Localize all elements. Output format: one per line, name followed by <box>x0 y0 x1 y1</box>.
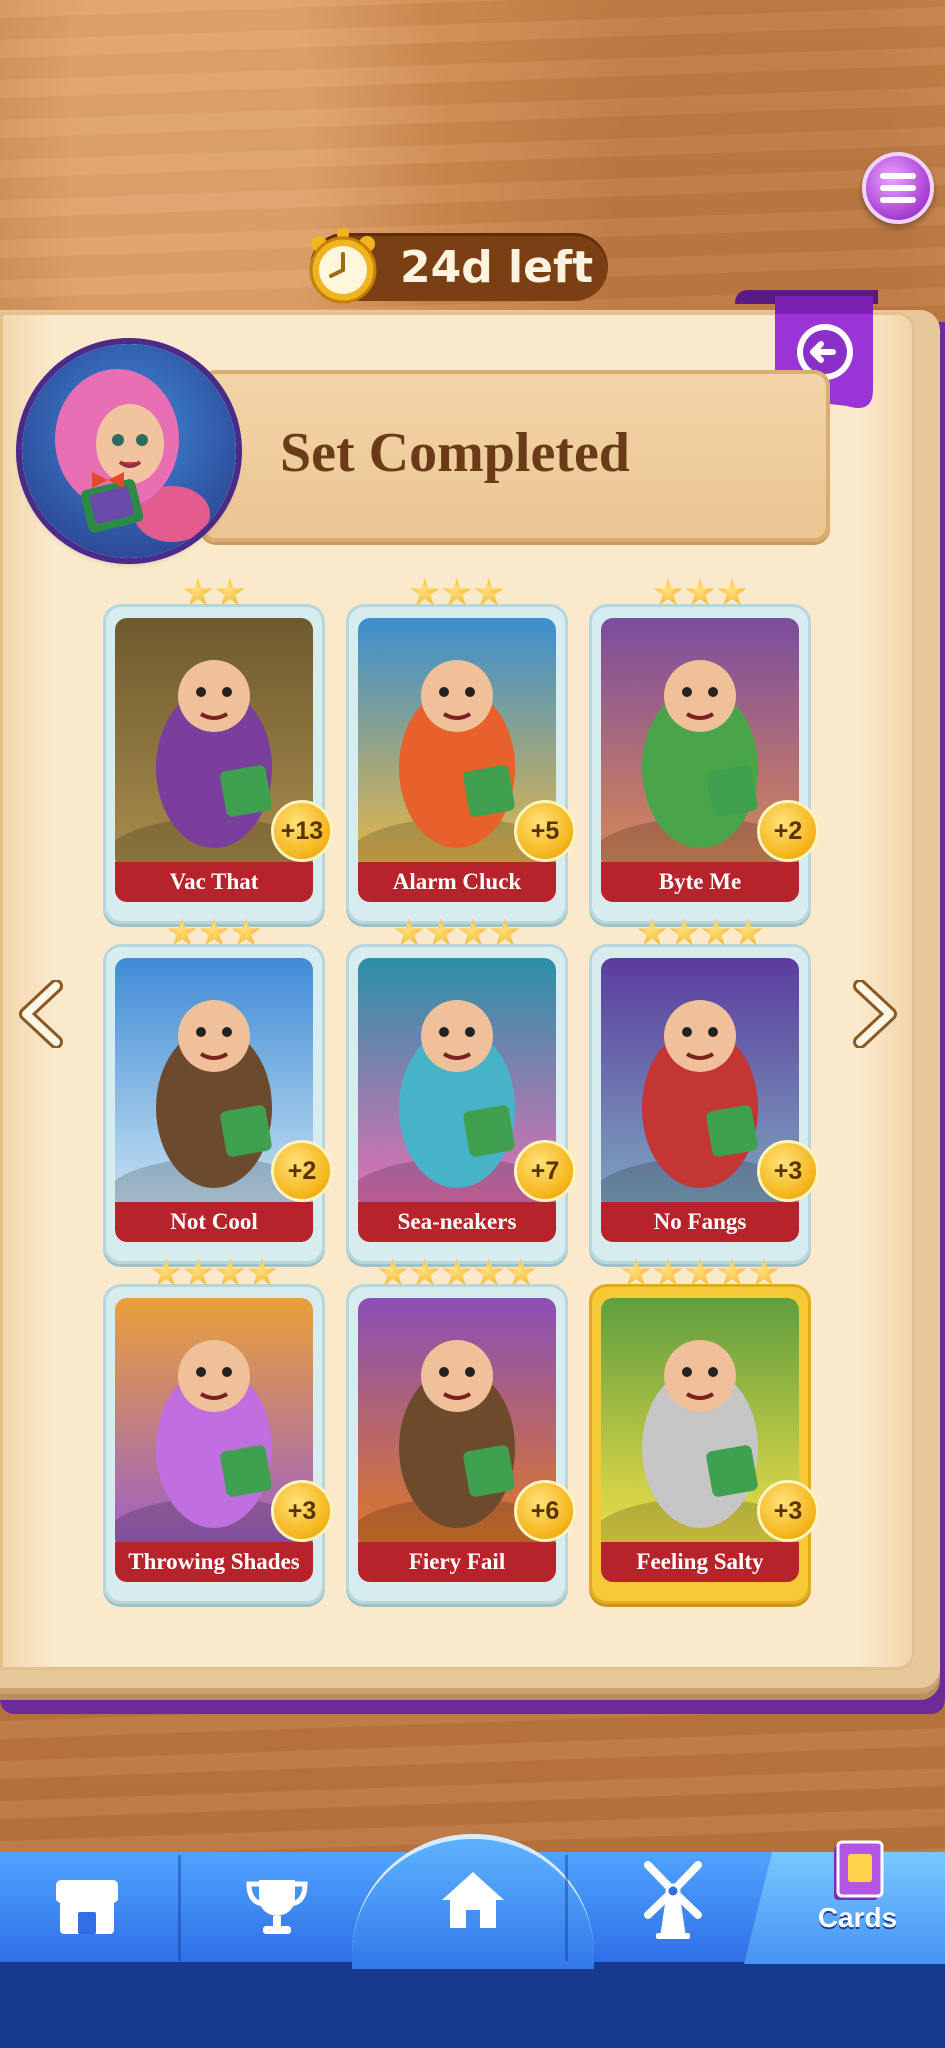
windmill-icon <box>644 1861 702 1939</box>
star-icon <box>426 918 456 946</box>
nav-village[interactable] <box>628 1854 718 1944</box>
card-bonus-badge: +2 <box>271 1140 333 1202</box>
card-bonus-badge: +2 <box>757 800 819 862</box>
stopwatch-icon <box>309 228 377 304</box>
star-icon <box>458 918 488 946</box>
card-throwing-shades[interactable]: Throwing Shades +3 <box>103 1258 333 1604</box>
star-icon <box>215 1258 245 1286</box>
star-icon <box>199 918 229 946</box>
card-name: No Fangs <box>601 1202 799 1242</box>
star-icon <box>701 918 731 946</box>
set-avatar <box>22 344 236 558</box>
star-icon <box>394 918 424 946</box>
card-sea-neakers[interactable]: Sea-neakers +7 <box>346 918 576 1264</box>
star-icon <box>474 578 504 606</box>
card-album-icon <box>834 1840 884 1900</box>
star-icon <box>621 1258 651 1286</box>
card-bonus-badge: +3 <box>757 1480 819 1542</box>
star-icon <box>442 578 472 606</box>
star-icon <box>637 918 667 946</box>
card-name: Feeling Salty <box>601 1542 799 1582</box>
card-stars <box>589 578 811 614</box>
star-icon <box>410 1258 440 1286</box>
nav-cards-label[interactable]: Cards <box>800 1898 915 1938</box>
card-name: Alarm Cluck <box>358 862 556 902</box>
card-name: Throwing Shades <box>115 1542 313 1582</box>
card-stars <box>346 578 568 614</box>
card-stars <box>103 1258 325 1294</box>
card-alarm-cluck[interactable]: Alarm Cluck +5 <box>346 578 576 924</box>
card-byte-me[interactable]: Byte Me +2 <box>589 578 819 924</box>
star-icon <box>490 918 520 946</box>
nav-leaderboard[interactable] <box>232 1870 322 1944</box>
card-name: Fiery Fail <box>358 1542 556 1582</box>
card-name: Vac That <box>115 862 313 902</box>
star-icon <box>474 1258 504 1286</box>
card-bonus-badge: +3 <box>757 1140 819 1202</box>
star-icon <box>151 1258 181 1286</box>
nav-divider <box>565 1855 568 1961</box>
card-name: Byte Me <box>601 862 799 902</box>
trophy-icon <box>246 1880 308 1934</box>
star-icon <box>653 578 683 606</box>
card-stars <box>589 1258 811 1294</box>
hamburger-icon <box>880 173 916 203</box>
nav-shop[interactable] <box>42 1870 132 1944</box>
card-name: Sea-neakers <box>358 1202 556 1242</box>
star-icon <box>717 578 747 606</box>
card-fiery-fail[interactable]: Fiery Fail +6 <box>346 1258 576 1604</box>
star-icon <box>733 918 763 946</box>
star-icon <box>378 1258 408 1286</box>
star-icon <box>247 1258 277 1286</box>
star-icon <box>653 1258 683 1286</box>
star-icon <box>442 1258 472 1286</box>
star-icon <box>717 1258 747 1286</box>
card-bonus-badge: +7 <box>514 1140 576 1202</box>
card-stars <box>346 918 568 954</box>
star-icon <box>749 1258 779 1286</box>
card-bonus-badge: +3 <box>271 1480 333 1542</box>
card-bonus-badge: +5 <box>514 800 576 862</box>
shop-icon <box>56 1880 118 1934</box>
star-icon <box>183 578 213 606</box>
previous-set-arrow[interactable] <box>16 980 68 1048</box>
nav-home[interactable] <box>428 1860 518 1940</box>
timer-text: 24d left <box>400 242 594 293</box>
card-not-cool[interactable]: Not Cool +2 <box>103 918 333 1264</box>
menu-button[interactable] <box>862 152 934 224</box>
star-icon <box>685 1258 715 1286</box>
card-bonus-badge: +13 <box>271 800 333 862</box>
star-icon <box>183 1258 213 1286</box>
card-stars <box>346 1258 568 1294</box>
star-icon <box>669 918 699 946</box>
star-icon <box>410 578 440 606</box>
nav-cards[interactable] <box>828 1840 888 1902</box>
card-stars <box>103 578 325 614</box>
next-set-arrow[interactable] <box>848 980 900 1048</box>
star-icon <box>167 918 197 946</box>
nav-divider <box>178 1855 181 1961</box>
star-icon <box>506 1258 536 1286</box>
star-icon <box>215 578 245 606</box>
star-icon <box>231 918 261 946</box>
nav-bottom-bar <box>0 1962 945 2048</box>
card-no-fangs[interactable]: No Fangs +3 <box>589 918 819 1264</box>
card-stars <box>589 918 811 954</box>
home-icon <box>442 1872 504 1928</box>
page-title: Set Completed <box>280 422 630 484</box>
card-stars <box>103 918 325 954</box>
card-feeling-salty[interactable]: Feeling Salty +3 <box>589 1258 819 1604</box>
card-bonus-badge: +6 <box>514 1480 576 1542</box>
star-icon <box>685 578 715 606</box>
card-name: Not Cool <box>115 1202 313 1242</box>
card-vac-that[interactable]: Vac That +13 <box>103 578 333 924</box>
